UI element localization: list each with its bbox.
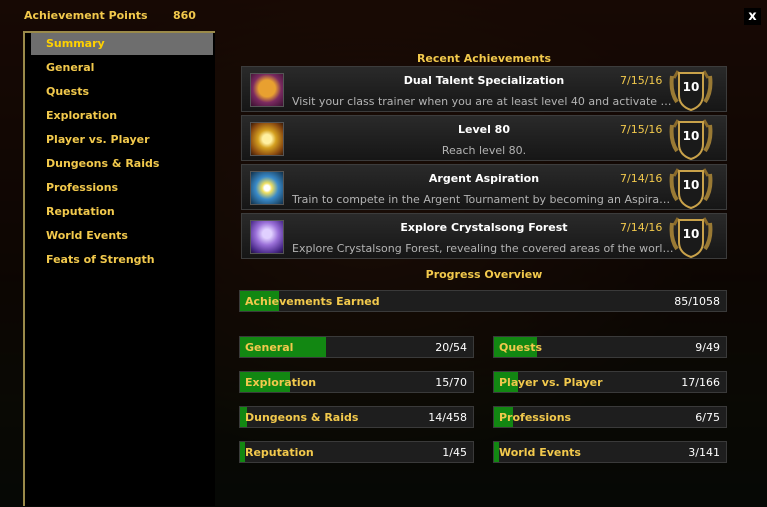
close-button[interactable]: x: [744, 8, 761, 25]
progress-bar-world-events[interactable]: World Events 3/141: [493, 441, 727, 463]
achievement-points: 10: [682, 227, 700, 241]
achievement-date: 7/15/16: [620, 123, 663, 136]
progress-label: Professions: [499, 411, 572, 424]
progress-bar-professions[interactable]: Professions 6/75: [493, 406, 727, 428]
recent-achievements-title: Recent Achievements: [416, 52, 552, 65]
achievement-shield-icon: 10: [668, 68, 714, 112]
progress-count: 6/75: [695, 411, 720, 424]
progress-bar-exploration[interactable]: Exploration 15/70: [239, 371, 474, 393]
dual-talent-icon: [250, 73, 284, 107]
progress-count: 15/70: [435, 376, 467, 389]
achievement-row[interactable]: Argent Aspiration 7/14/16 Train to compe…: [241, 164, 727, 210]
achievement-name: Argent Aspiration: [428, 172, 540, 185]
progress-bar-reputation[interactable]: Reputation 1/45: [239, 441, 474, 463]
progress-overview-title: Progress Overview: [425, 268, 543, 281]
achievement-name: Level 80: [457, 123, 510, 136]
sidebar-item-exploration[interactable]: Exploration: [31, 105, 213, 127]
category-sidebar: Summary General Quests Exploration Playe…: [23, 31, 215, 506]
progress-label: Quests: [499, 341, 542, 354]
progress-label: Achievements Earned: [245, 295, 380, 308]
achievement-frame: Achievement Points 860 x Summary General…: [0, 0, 767, 507]
progress-label: Dungeons & Raids: [245, 411, 359, 424]
progress-count: 3/141: [688, 446, 720, 459]
achievement-points: 10: [682, 80, 700, 94]
progress-label: Reputation: [245, 446, 314, 459]
achievement-points-label: Achievement Points: [24, 9, 148, 22]
progress-bar-total: Achievements Earned 85/1058: [239, 290, 727, 312]
achievement-date: 7/14/16: [620, 172, 663, 185]
progress-label: World Events: [499, 446, 581, 459]
sidebar-item-quests[interactable]: Quests: [31, 81, 213, 103]
achievement-row[interactable]: Dual Talent Specialization 7/15/16 Visit…: [241, 66, 727, 112]
achievement-name: Dual Talent Specialization: [403, 74, 565, 87]
achievement-points: 10: [682, 129, 700, 143]
progress-count: 9/49: [695, 341, 720, 354]
achievement-row[interactable]: Level 80 7/15/16 Reach level 80. 10: [241, 115, 727, 161]
progress-bar-general[interactable]: General 20/54: [239, 336, 474, 358]
progress-count: 85/1058: [674, 295, 720, 308]
achievement-points: 10: [682, 178, 700, 192]
progress-label: Player vs. Player: [499, 376, 603, 389]
achievement-description: Reach level 80.: [441, 144, 527, 157]
achievement-date: 7/14/16: [620, 221, 663, 234]
sidebar-item-summary[interactable]: Summary: [31, 33, 213, 55]
sidebar-item-professions[interactable]: Professions: [31, 177, 213, 199]
achievement-shield-icon: 10: [668, 166, 714, 210]
progress-label: General: [245, 341, 294, 354]
achievement-shield-icon: 10: [668, 117, 714, 161]
sidebar-item-feats-of-strength[interactable]: Feats of Strength: [31, 249, 213, 271]
achievement-points-value: 860: [173, 9, 196, 22]
progress-bar-player-vs-player[interactable]: Player vs. Player 17/166: [493, 371, 727, 393]
progress-label: Exploration: [245, 376, 317, 389]
achievement-description: Explore Crystalsong Forest, revealing th…: [292, 242, 676, 255]
progress-count: 14/458: [428, 411, 467, 424]
achievement-description: Train to compete in the Argent Tournamen…: [292, 193, 676, 206]
progress-bar-dungeons-raids[interactable]: Dungeons & Raids 14/458: [239, 406, 474, 428]
sidebar-item-general[interactable]: General: [31, 57, 213, 79]
progress-bar-quests[interactable]: Quests 9/49: [493, 336, 727, 358]
achievement-row[interactable]: Explore Crystalsong Forest 7/14/16 Explo…: [241, 213, 727, 259]
progress-count: 20/54: [435, 341, 467, 354]
achievement-date: 7/15/16: [620, 74, 663, 87]
achievement-name: Explore Crystalsong Forest: [400, 221, 568, 234]
sidebar-item-world-events[interactable]: World Events: [31, 225, 213, 247]
achievement-shield-icon: 10: [668, 215, 714, 259]
sidebar-item-reputation[interactable]: Reputation: [31, 201, 213, 223]
argent-aspiration-icon: [250, 171, 284, 205]
level-80-icon: [250, 122, 284, 156]
progress-count: 17/166: [681, 376, 720, 389]
sidebar-item-player-vs-player[interactable]: Player vs. Player: [31, 129, 213, 151]
achievement-description: Visit your class trainer when you are at…: [292, 95, 676, 108]
sidebar-item-dungeons-raids[interactable]: Dungeons & Raids: [31, 153, 213, 175]
progress-count: 1/45: [442, 446, 467, 459]
crystalsong-forest-icon: [250, 220, 284, 254]
